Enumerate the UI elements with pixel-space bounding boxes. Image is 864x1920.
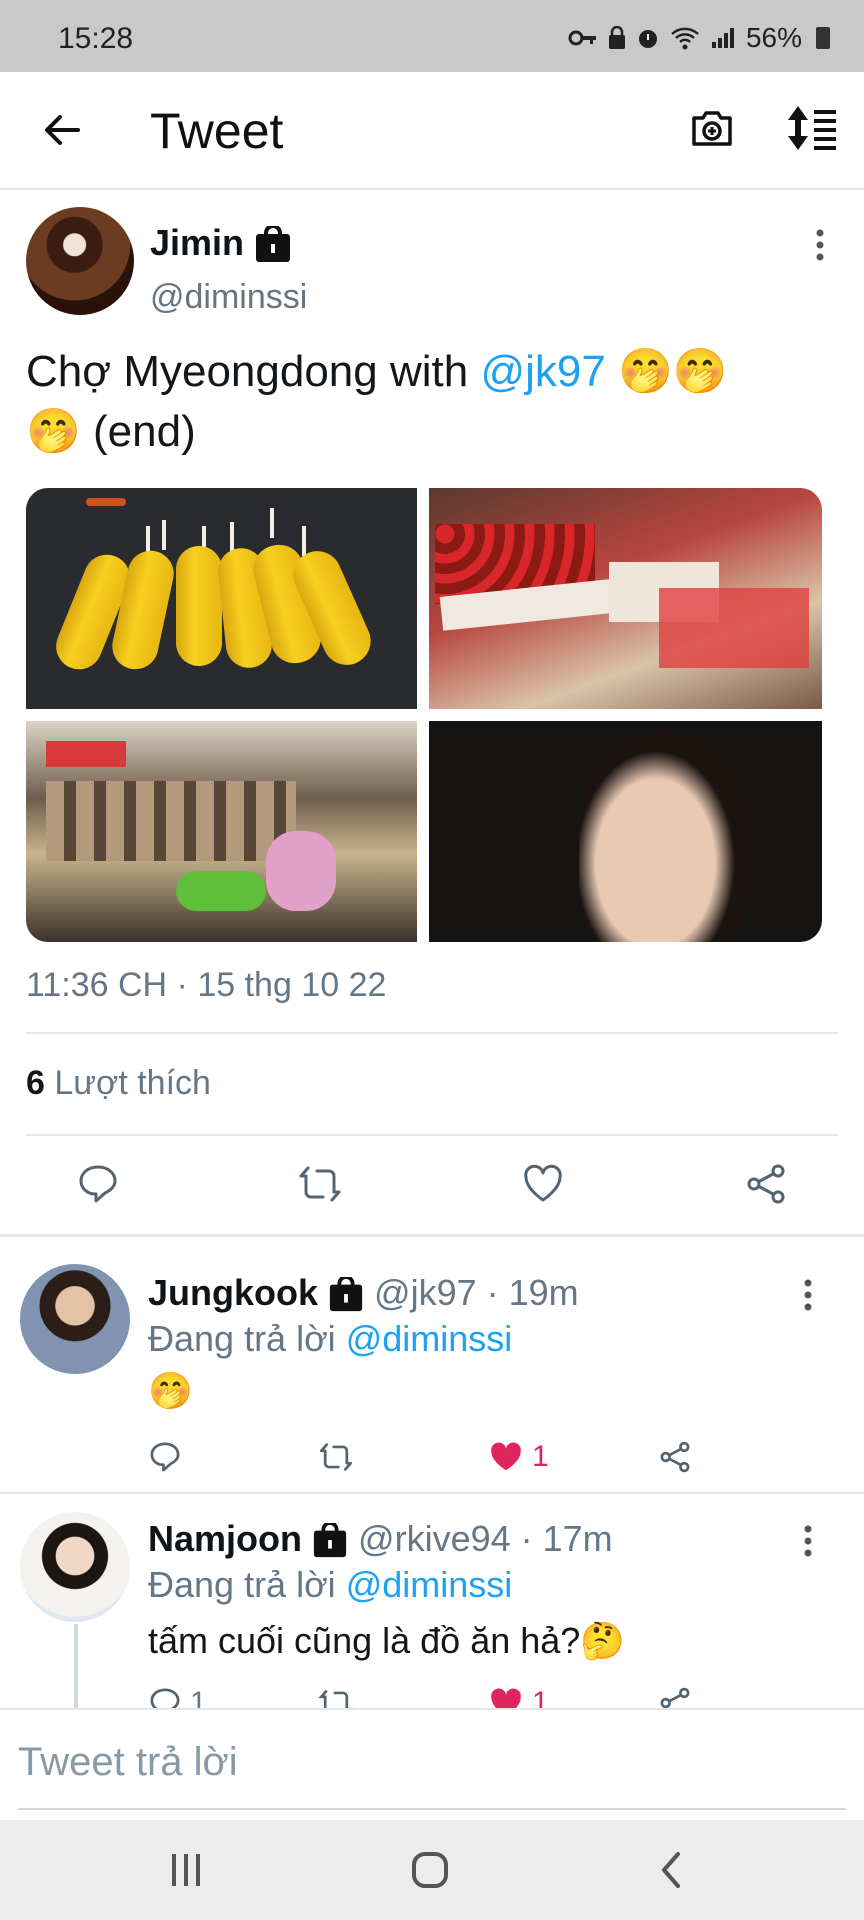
system-nav-bar bbox=[0, 1820, 864, 1920]
share-icon[interactable] bbox=[744, 1162, 788, 1206]
battery-icon bbox=[816, 27, 830, 49]
reply-composer[interactable]: Tweet trả lời bbox=[0, 1708, 864, 1820]
reply-avatar[interactable] bbox=[20, 1512, 130, 1622]
likes-count: 6 bbox=[26, 1064, 45, 1102]
signal-icon bbox=[711, 28, 734, 48]
tweet-timestamp: 11:36 CH · 15 thg 10 22 bbox=[26, 966, 387, 1004]
reply-icon[interactable] bbox=[76, 1162, 120, 1206]
reply-header[interactable]: Namjoon @rkive94 · 17m bbox=[148, 1518, 613, 1560]
battery-percent: 56% bbox=[745, 22, 802, 53]
status-icons: 56% bbox=[568, 22, 830, 54]
likes-count-row[interactable]: 6 Lượt thích bbox=[26, 1064, 211, 1103]
status-bar: 15:28 56% bbox=[0, 0, 864, 72]
alarm-icon bbox=[638, 30, 657, 48]
more-vertical-icon[interactable] bbox=[814, 228, 826, 262]
retweet-icon bbox=[319, 1443, 353, 1471]
heart-icon bbox=[491, 1688, 521, 1710]
author-avatar[interactable] bbox=[26, 207, 134, 315]
author-name: Jimin bbox=[150, 222, 245, 263]
divider bbox=[0, 1492, 864, 1494]
reply-icon bbox=[150, 1442, 180, 1472]
status-time: 15:28 bbox=[58, 22, 134, 55]
reply-author-name: Jungkook bbox=[148, 1272, 319, 1313]
reply-meta: @rkive94 · 17m bbox=[348, 1518, 613, 1559]
more-vertical-icon[interactable] bbox=[802, 1524, 814, 1558]
portrait-photo[interactable] bbox=[429, 721, 822, 942]
back-arrow-icon[interactable] bbox=[38, 106, 86, 154]
replying-prefix: Đang trả lời bbox=[148, 1318, 346, 1359]
retweet-action[interactable] bbox=[318, 1686, 354, 1710]
replying-prefix: Đang trả lời bbox=[148, 1564, 346, 1605]
reply-count: 1 bbox=[190, 1686, 207, 1710]
reply-input[interactable]: Tweet trả lời bbox=[18, 1740, 238, 1785]
lock-icon bbox=[313, 1523, 347, 1558]
replying-to: Đang trả lời @diminssi bbox=[148, 1318, 512, 1360]
reply-avatar[interactable] bbox=[20, 1264, 130, 1374]
reply-text: 🤭 bbox=[148, 1370, 193, 1411]
retweet-icon bbox=[318, 1689, 354, 1710]
reply-action[interactable]: 1 bbox=[148, 1686, 207, 1710]
corn-photo[interactable] bbox=[26, 488, 417, 709]
like-count: 1 bbox=[532, 1440, 549, 1473]
share-icon bbox=[660, 1441, 690, 1473]
wifi-icon bbox=[671, 27, 699, 50]
retweet-icon[interactable] bbox=[298, 1162, 342, 1206]
input-underline bbox=[18, 1808, 846, 1810]
app-header: Tweet bbox=[0, 72, 864, 190]
replying-mention[interactable]: @diminssi bbox=[346, 1564, 513, 1605]
photo-grid bbox=[26, 488, 822, 942]
replying-mention[interactable]: @diminssi bbox=[346, 1318, 513, 1359]
author-handle: @diminssi bbox=[150, 278, 308, 316]
back-nav-icon[interactable] bbox=[656, 1850, 686, 1890]
reply-meta: @jk97 · 19m bbox=[364, 1272, 579, 1313]
tweet-text: Chợ Myeongdong with @jk97 🤭🤭 🤭 (end) bbox=[26, 342, 806, 462]
tweet-text-end: (end) bbox=[80, 407, 196, 456]
tweet-emoji: 🤭🤭 bbox=[618, 347, 728, 396]
author-name-row[interactable]: Jimin bbox=[150, 222, 292, 264]
retweet-action[interactable] bbox=[318, 1440, 354, 1474]
key-icon bbox=[568, 30, 596, 46]
divider bbox=[0, 1234, 864, 1237]
like-action[interactable]: 1 bbox=[488, 1440, 549, 1474]
home-icon[interactable] bbox=[410, 1850, 450, 1890]
likes-label: Lượt thích bbox=[44, 1064, 211, 1102]
reply-action[interactable] bbox=[148, 1440, 190, 1474]
market-stall-photo[interactable] bbox=[26, 721, 417, 942]
lock-status-icon bbox=[608, 26, 625, 49]
divider bbox=[26, 1134, 838, 1136]
recent-apps-icon[interactable] bbox=[168, 1850, 204, 1890]
lock-icon bbox=[256, 226, 291, 263]
tweet-mention[interactable]: @jk97 bbox=[480, 347, 605, 396]
page-title: Tweet bbox=[150, 103, 284, 159]
divider bbox=[26, 1032, 838, 1034]
like-count: 1 bbox=[532, 1686, 549, 1710]
reply-header[interactable]: Jungkook @jk97 · 19m bbox=[148, 1272, 579, 1314]
camera-add-icon[interactable] bbox=[688, 104, 736, 152]
tweet-text-part: Chợ Myeongdong with bbox=[26, 347, 481, 396]
more-vertical-icon[interactable] bbox=[802, 1278, 814, 1312]
reply-icon bbox=[150, 1688, 180, 1710]
share-action[interactable] bbox=[658, 1440, 692, 1474]
strawberry-stall-photo[interactable] bbox=[429, 488, 822, 709]
heart-icon bbox=[491, 1442, 521, 1471]
reply-actions-clipped: 1 1 bbox=[0, 1680, 864, 1710]
lock-icon bbox=[329, 1277, 363, 1312]
tweet-emoji-2: 🤭 bbox=[26, 407, 81, 456]
share-icon bbox=[660, 1687, 690, 1709]
like-action[interactable]: 1 bbox=[488, 1686, 549, 1710]
heart-icon[interactable] bbox=[521, 1162, 565, 1206]
share-action[interactable] bbox=[658, 1686, 692, 1710]
reply-text: tấm cuối cũng là đồ ăn hả?🤔 bbox=[148, 1620, 626, 1661]
reply-author-name: Namjoon bbox=[148, 1518, 303, 1559]
replying-to: Đang trả lời @diminssi bbox=[148, 1564, 512, 1606]
sort-icon[interactable] bbox=[786, 104, 838, 152]
